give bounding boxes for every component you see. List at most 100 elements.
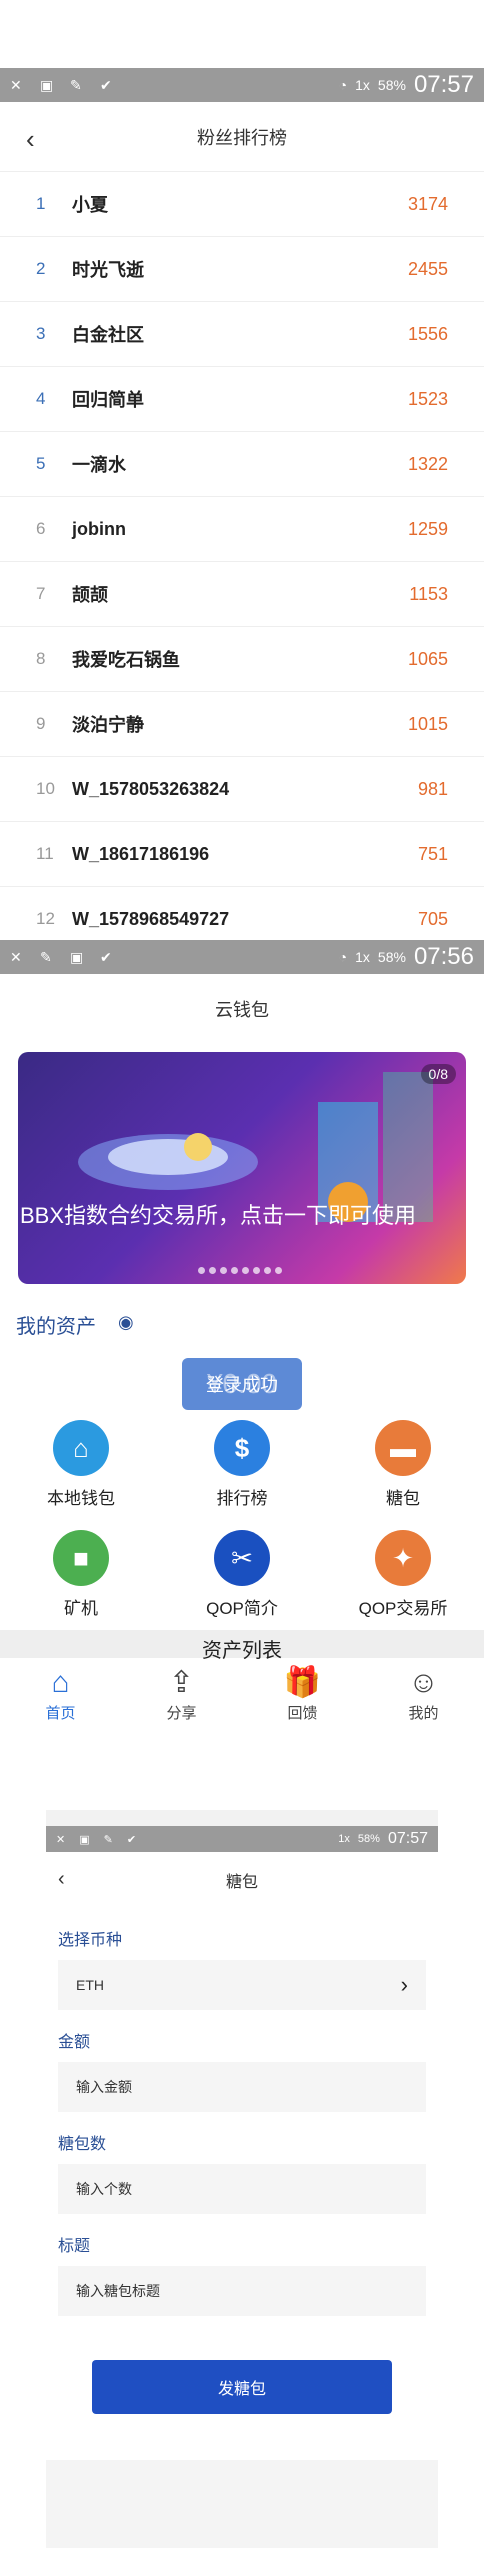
bone-icon: ✦ [375,1530,431,1586]
candy-screen: ✕ ▣ ✎ ✔ 1x 58% 07:57 ‹ 糖包 选择币种 ETH › 金额 … [0,1810,484,2560]
bottom-tab-bar: ⌂ 首页 ⇪ 分享 🎁 回馈 ☺ 我的 [0,1658,484,1730]
rank-value: 1015 [407,713,448,734]
rank-list: 1 小夏 3174 2 时光飞逝 2455 3 白金社区 1556 4 回归简单 1523 5 一滴水 13… [0,172,484,940]
signal-label: 1x [355,949,370,965]
rank-row[interactable]: 5 一滴水 1322 [0,432,484,497]
tab-label: 回馈 [287,1705,318,1722]
wifi-icon: ◔ [338,77,348,93]
banner-counter: 0/8 [420,1064,456,1084]
back-icon[interactable]: ‹ [26,124,35,155]
count-input[interactable]: 输入个数 [58,2164,426,2214]
tab-home[interactable]: ⌂ 首页 [0,1658,121,1730]
rank-name: 小夏 [72,195,108,215]
rank-index: 3 [36,324,46,343]
amount-input[interactable]: 输入金额 [58,2062,426,2112]
gift-icon: 🎁 [283,1666,322,1699]
user-icon: ☺ [408,1665,439,1699]
grid-item[interactable]: ⌂ 本地钱包 [16,1420,146,1509]
back-icon[interactable]: ‹ [58,1868,65,1891]
mute-icon: ✕ [56,1833,66,1846]
rank-row[interactable]: 1 小夏 3174 [0,172,484,237]
send-candy-button[interactable]: 发糖包 [92,2360,392,2414]
count-label: 糖包数 [58,2136,107,2153]
ranking-screen: ✕ ▣ ✎ ✔ ◔ 1x 58% 07:57 ‹ 粉丝排行榜 1 小夏 3174 2 时… [0,68,484,940]
grid-item-label: 糖包 [386,1489,420,1508]
rank-index: 6 [36,519,46,538]
basket-icon: ⌂ [53,1420,109,1476]
rank-row[interactable]: 7 颉颉 1153 [0,562,484,627]
tools-icon: ✂ [214,1530,270,1586]
nav-bar: 云钱包 [0,974,484,1044]
banner-illustration [78,1072,433,1222]
grid-item-label: 排行榜 [216,1489,268,1508]
image-icon: ▣ [79,1833,90,1846]
rank-name: W_1578968549727 [72,908,230,929]
rank-name: 颉颉 [72,585,108,605]
rank-index: 11 [36,844,54,863]
grid-item-label: QOP交易所 [358,1599,448,1618]
rank-name: 淡泊宁静 [72,715,144,735]
rank-name: W_1578053263824 [72,778,230,799]
status-bar: ✕ ▣ ✎ ✔ 1x 58% 07:57 [46,1826,438,1852]
image-icon: ▣ [70,949,84,965]
mute-icon: ✕ [10,77,22,93]
tab-share[interactable]: ⇪ 分享 [121,1658,242,1730]
rank-name: 我爱吃石锅鱼 [72,650,180,670]
signal-label: 1x [355,77,370,93]
rank-value: 2455 [407,258,448,279]
rank-value: 3174 [407,193,448,214]
pen-icon: ✎ [103,1833,113,1846]
grid-item[interactable]: ✂ QOP简介 [177,1530,307,1619]
rank-index: 7 [36,584,46,603]
nav-bar: ‹ 粉丝排行榜 [0,102,484,172]
rank-row[interactable]: 3 白金社区 1556 [0,302,484,367]
rank-row[interactable]: 11 W_18617186196 751 [0,822,484,887]
balance-display: ¥0.00 登录成功 [182,1358,302,1410]
nav-bar: ‹ 糖包 [46,1852,438,1908]
grid-item-label: 矿机 [64,1599,98,1618]
rank-index: 1 [36,194,46,213]
rank-row[interactable]: 2 时光飞逝 2455 [0,237,484,302]
carousel-dots[interactable] [198,1267,282,1274]
coin-select[interactable]: ETH › [58,1960,426,2010]
rank-row[interactable]: 4 回归简单 1523 [0,367,484,432]
tab-gift[interactable]: 🎁 回馈 [242,1658,363,1730]
eye-icon[interactable]: ◉ [118,1312,134,1333]
battery-label: 58% [357,1833,380,1845]
check-icon: ✔ [126,1833,137,1846]
rank-row[interactable]: 12 W_1578968549727 705 [0,887,484,940]
grid-item[interactable]: ■ 矿机 [16,1530,146,1619]
title-input[interactable]: 输入糖包标题 [58,2266,426,2316]
rank-name: 一滴水 [72,455,126,475]
rank-name: jobinn [72,518,126,539]
grid-item[interactable]: ▬ 糖包 [338,1420,468,1509]
tab-label: 分享 [166,1705,197,1722]
truck-icon: ▬ [375,1420,431,1476]
status-bar: ✕ ✎ ▣ ✔ ◔ 1x 58% 07:56 [0,940,484,974]
rank-row[interactable]: 9 淡泊宁静 1015 [0,692,484,757]
grid-item[interactable]: ✦ QOP交易所 [338,1530,468,1619]
grid-item[interactable]: $ 排行榜 [177,1420,307,1509]
tab-user[interactable]: ☺ 我的 [363,1658,484,1730]
rank-index: 12 [36,909,55,928]
battery-label: 58% [377,949,406,965]
promo-banner[interactable]: 0/8 BBX指数合约交易所，点击一下即可使用 [18,1052,466,1284]
battery-label: 58% [377,77,406,93]
rank-index: 10 [36,779,55,798]
bottom-panel [46,2460,438,2548]
mute-icon: ✕ [10,949,22,965]
rank-value: 1556 [407,323,448,344]
rank-name: W_18617186196 [72,843,210,864]
rank-row[interactable]: 6 jobinn 1259 [0,497,484,562]
rank-row[interactable]: 8 我爱吃石锅鱼 1065 [0,627,484,692]
home-icon: ⌂ [51,1665,70,1699]
image-icon: ▣ [40,77,54,93]
rank-row[interactable]: 10 W_1578053263824 981 [0,757,484,822]
page-title: 云钱包 [215,1000,269,1020]
pen-icon: ✎ [40,949,52,965]
rank-name: 时光飞逝 [72,260,144,280]
page-title: 粉丝排行榜 [197,127,287,148]
amount-placeholder: 输入金额 [76,2079,132,2095]
rank-index: 5 [36,454,46,473]
check-icon: ✔ [100,949,112,965]
